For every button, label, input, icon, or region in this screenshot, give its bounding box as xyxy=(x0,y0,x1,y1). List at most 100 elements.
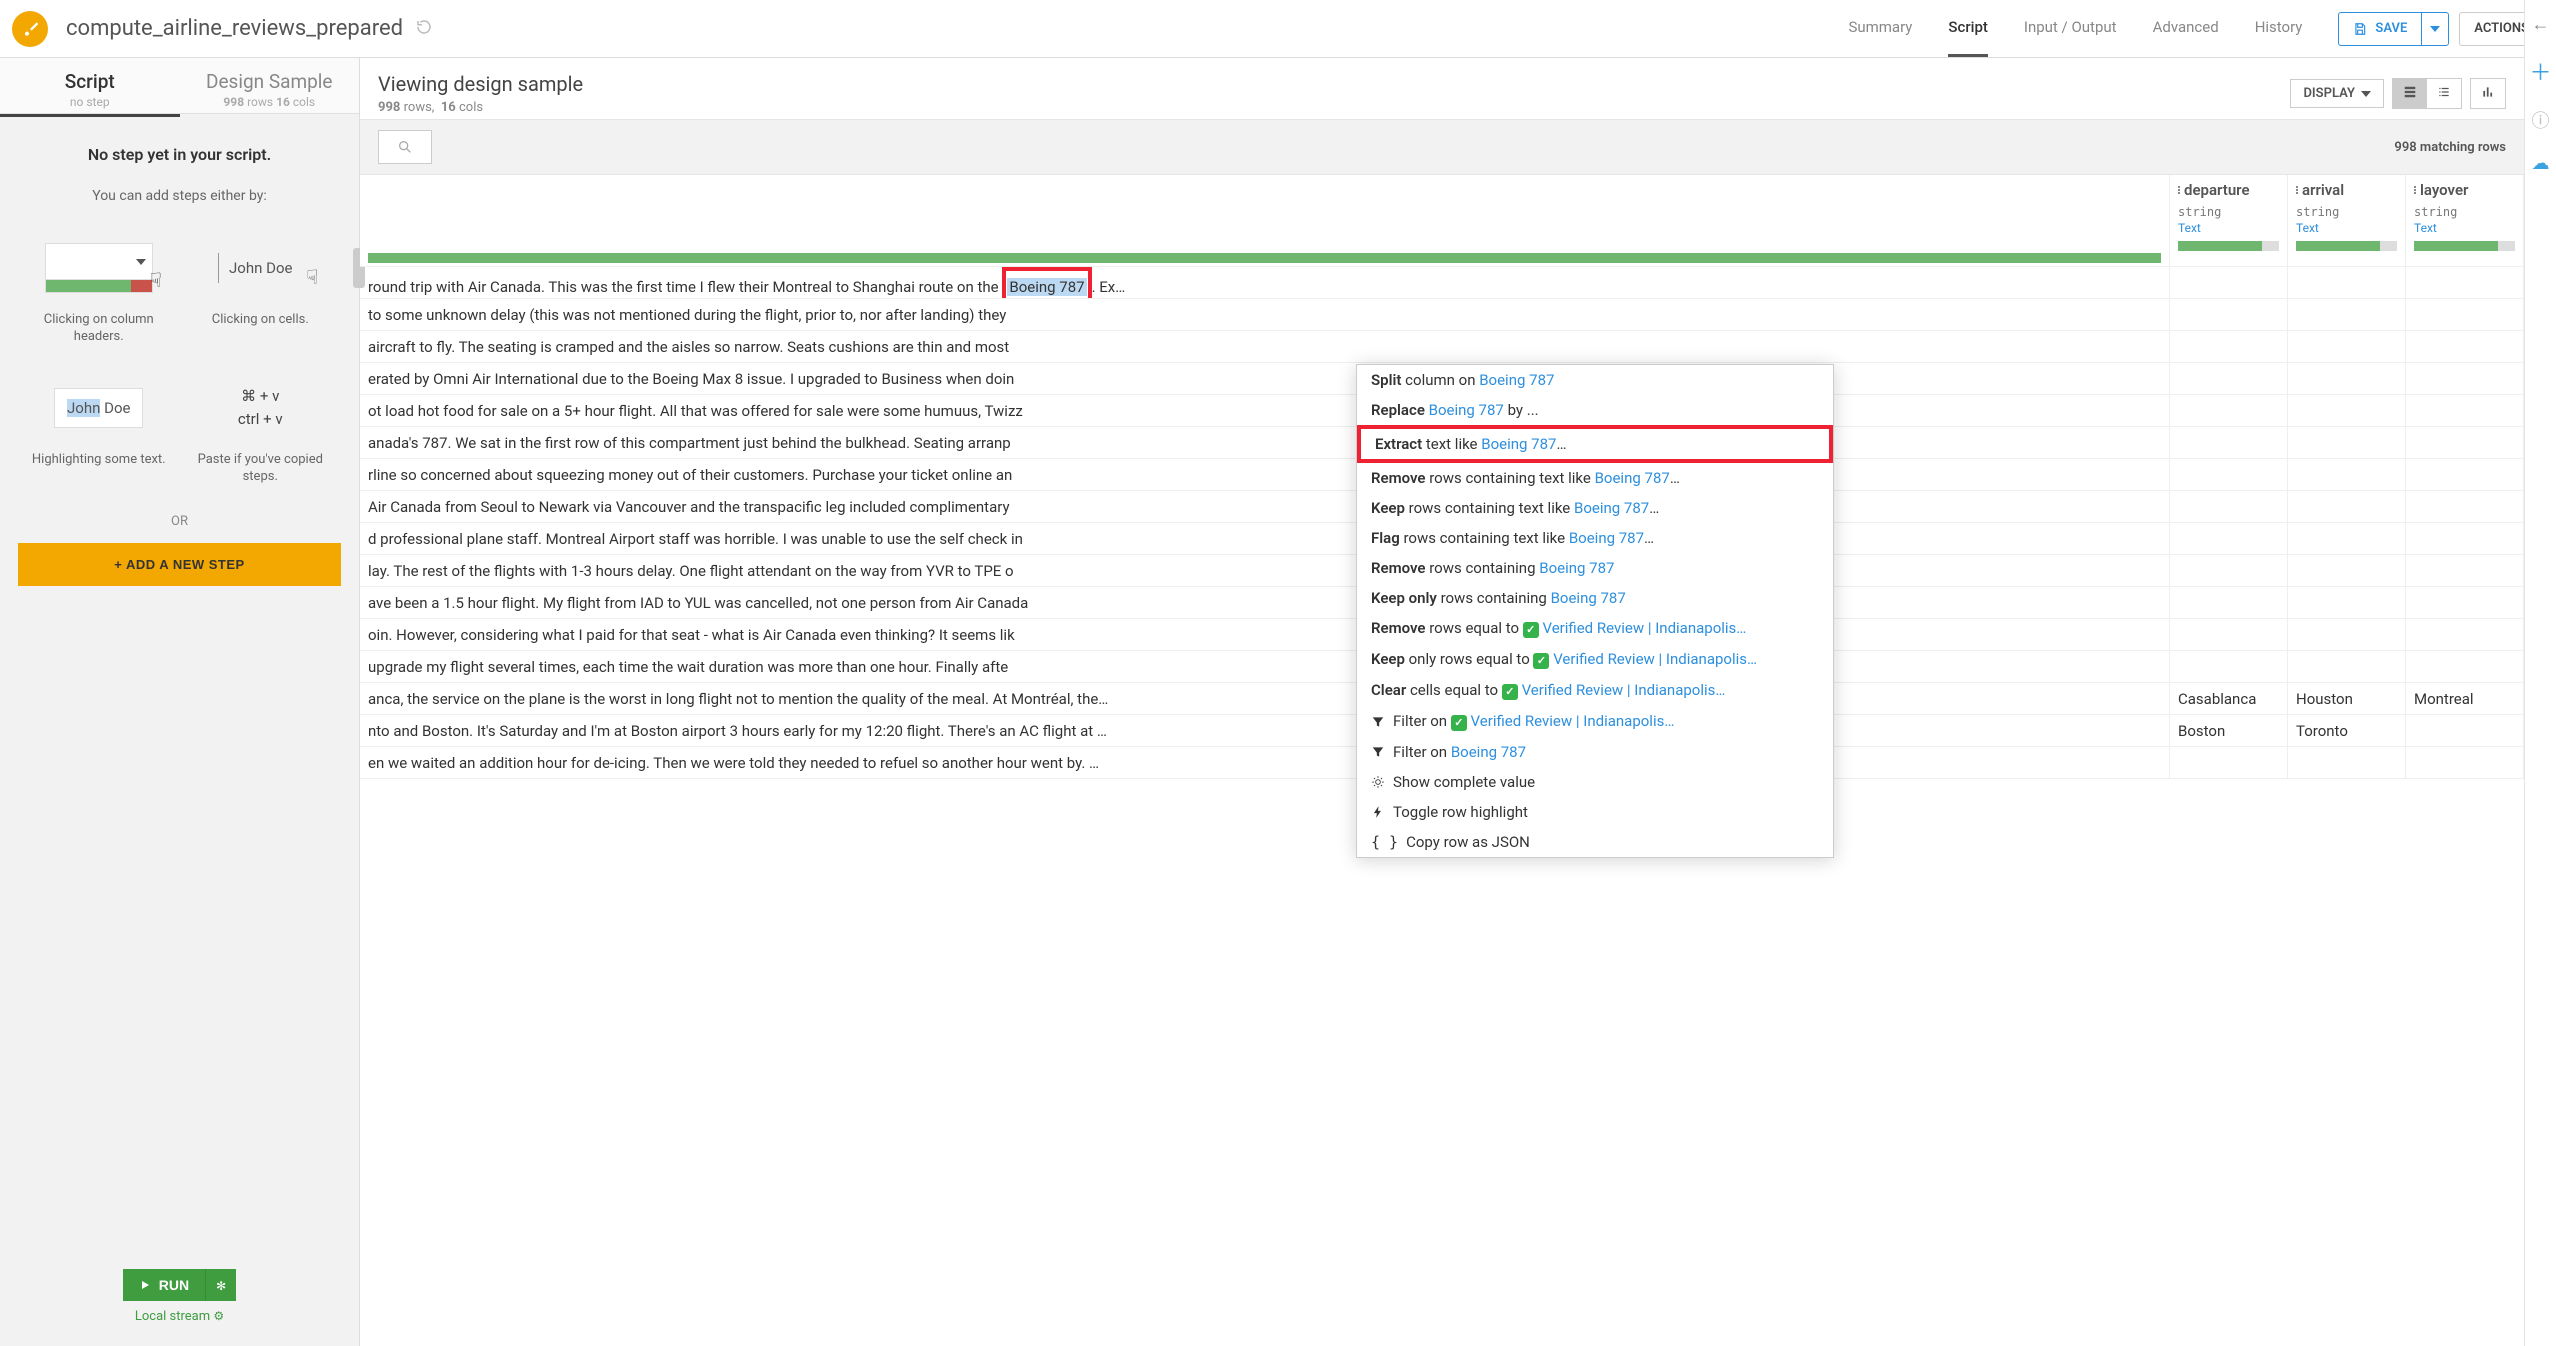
cell[interactable]: Air Canada from Seoul to Newark via Vanc… xyxy=(360,491,2169,523)
cell[interactable] xyxy=(2406,619,2523,651)
menu-filter-on-token[interactable]: Filter on Boeing 787 xyxy=(1357,737,1833,767)
menu-split-column[interactable]: Split column on Boeing 787 xyxy=(1357,365,1833,395)
cell[interactable] xyxy=(2170,747,2287,779)
tab-input-output[interactable]: Input / Output xyxy=(2024,0,2117,57)
column-header[interactable]: layover string Text xyxy=(2406,175,2523,267)
cell[interactable] xyxy=(2406,363,2523,395)
cell[interactable]: oin. However, considering what I paid fo… xyxy=(360,619,2169,651)
cell[interactable]: anca, the service on the plane is the wo… xyxy=(360,683,2169,715)
cell[interactable] xyxy=(2288,587,2405,619)
cell[interactable] xyxy=(2170,459,2287,491)
list-view-button[interactable] xyxy=(2427,79,2461,108)
cell[interactable]: lay. The rest of the flights with 1-3 ho… xyxy=(360,555,2169,587)
menu-toggle-row-highlight[interactable]: Toggle row highlight xyxy=(1357,797,1833,827)
cell[interactable] xyxy=(2406,267,2523,299)
refresh-icon[interactable] xyxy=(415,18,433,40)
cell[interactable]: Montreal xyxy=(2406,683,2523,715)
chart-button[interactable] xyxy=(2470,78,2506,109)
menu-clear-cells-equal[interactable]: Clear cells equal to ✓ Verified Review |… xyxy=(1357,675,1833,706)
cell[interactable] xyxy=(2170,587,2287,619)
tab-script[interactable]: Script xyxy=(1948,0,1987,57)
menu-keep-rows-equal[interactable]: Keep only rows equal to ✓ Verified Revie… xyxy=(1357,644,1833,675)
cell[interactable]: d professional plane staff. Montreal Air… xyxy=(360,523,2169,555)
cell[interactable] xyxy=(2406,555,2523,587)
cell[interactable] xyxy=(2170,619,2287,651)
cell[interactable] xyxy=(2170,427,2287,459)
column-header[interactable] xyxy=(360,175,2169,267)
cell[interactable]: anada's 787. We sat in the first row of … xyxy=(360,427,2169,459)
cell[interactable]: round trip with Air Canada. This was the… xyxy=(360,267,2169,299)
cell[interactable] xyxy=(2406,523,2523,555)
cell[interactable] xyxy=(2288,395,2405,427)
menu-show-complete-value[interactable]: Show complete value xyxy=(1357,767,1833,797)
tab-history[interactable]: History xyxy=(2255,0,2303,57)
column-header[interactable]: departure string Text xyxy=(2170,175,2287,267)
cell[interactable] xyxy=(2288,427,2405,459)
cell[interactable]: Casablanca xyxy=(2170,683,2287,715)
left-tab-design-sample[interactable]: Design Sample 998 rows 16 cols xyxy=(180,58,360,113)
cell[interactable] xyxy=(2288,363,2405,395)
menu-filter-on-value[interactable]: Filter on ✓ Verified Review | Indianapol… xyxy=(1357,706,1833,737)
add-icon[interactable]: ＋ xyxy=(2529,55,2551,87)
table-view-button[interactable] xyxy=(2393,79,2427,108)
cell[interactable] xyxy=(2170,395,2287,427)
info-icon[interactable]: ⓘ xyxy=(2532,107,2550,133)
cell[interactable] xyxy=(2170,523,2287,555)
local-stream-link[interactable]: Local stream ⚙ xyxy=(0,1309,359,1324)
cell[interactable] xyxy=(2406,491,2523,523)
menu-flag-rows-like[interactable]: Flag rows containing text like Boeing 78… xyxy=(1357,523,1833,553)
cell[interactable]: Toronto xyxy=(2288,715,2405,747)
cell[interactable]: ot load hot food for sale on a 5+ hour f… xyxy=(360,395,2169,427)
cell[interactable]: Houston xyxy=(2288,683,2405,715)
save-dropdown[interactable] xyxy=(2421,13,2448,45)
left-tab-script[interactable]: Script no step xyxy=(0,58,180,113)
menu-replace[interactable]: Replace Boeing 787 by ... xyxy=(1357,395,1833,425)
cell[interactable] xyxy=(2406,459,2523,491)
app-logo[interactable] xyxy=(12,11,48,47)
column-meaning[interactable]: Text xyxy=(2414,221,2515,235)
cell[interactable]: aircraft to fly. The seating is cramped … xyxy=(360,331,2169,363)
cell[interactable] xyxy=(2288,459,2405,491)
cell[interactable] xyxy=(2288,523,2405,555)
display-dropdown[interactable]: DISPLAY xyxy=(2290,79,2384,108)
cell[interactable] xyxy=(2170,555,2287,587)
cell[interactable] xyxy=(2288,651,2405,683)
cell[interactable] xyxy=(2170,299,2287,331)
cell[interactable]: erated by Omni Air International due to … xyxy=(360,363,2169,395)
cell[interactable]: nto and Boston. It's Saturday and I'm at… xyxy=(360,715,2169,747)
add-step-button[interactable]: + ADD A NEW STEP xyxy=(18,543,341,586)
menu-remove-rows-equal[interactable]: Remove rows equal to ✓ Verified Review |… xyxy=(1357,613,1833,644)
search-button[interactable] xyxy=(378,130,432,164)
run-settings-button[interactable]: ✻ xyxy=(205,1269,236,1301)
menu-keep-rows-like[interactable]: Keep rows containing text like Boeing 78… xyxy=(1357,493,1833,523)
cell[interactable] xyxy=(2406,651,2523,683)
column-meaning[interactable]: Text xyxy=(2178,221,2279,235)
cell[interactable]: to some unknown delay (this was not ment… xyxy=(360,299,2169,331)
cell[interactable] xyxy=(2406,427,2523,459)
cell[interactable]: Boston xyxy=(2170,715,2287,747)
menu-remove-rows-containing[interactable]: Remove rows containing Boeing 787 xyxy=(1357,553,1833,583)
cell[interactable] xyxy=(2406,331,2523,363)
cell[interactable]: ave been a 1.5 hour flight. My flight fr… xyxy=(360,587,2169,619)
cell[interactable] xyxy=(2170,267,2287,299)
tab-summary[interactable]: Summary xyxy=(1848,0,1912,57)
save-button[interactable]: SAVE xyxy=(2339,13,2421,45)
cell[interactable] xyxy=(2288,619,2405,651)
menu-keep-rows-containing[interactable]: Keep only rows containing Boeing 787 xyxy=(1357,583,1833,613)
comment-icon[interactable]: ☁ xyxy=(2532,153,2550,174)
cell[interactable] xyxy=(2288,555,2405,587)
back-arrow-icon[interactable]: ← xyxy=(2532,14,2550,35)
cell[interactable] xyxy=(2288,299,2405,331)
cell[interactable]: upgrade my flight several times, each ti… xyxy=(360,651,2169,683)
cell[interactable] xyxy=(2406,395,2523,427)
menu-remove-rows-like[interactable]: Remove rows containing text like Boeing … xyxy=(1357,463,1833,493)
cell[interactable]: en we waited an addition hour for de-ici… xyxy=(360,747,2169,779)
cell[interactable] xyxy=(2170,491,2287,523)
cell[interactable] xyxy=(2288,331,2405,363)
cell[interactable] xyxy=(2406,299,2523,331)
cell[interactable] xyxy=(2170,331,2287,363)
tab-advanced[interactable]: Advanced xyxy=(2153,0,2219,57)
cell[interactable]: rline so concerned about squeezing money… xyxy=(360,459,2169,491)
cell[interactable] xyxy=(2170,363,2287,395)
cell[interactable] xyxy=(2406,747,2523,779)
